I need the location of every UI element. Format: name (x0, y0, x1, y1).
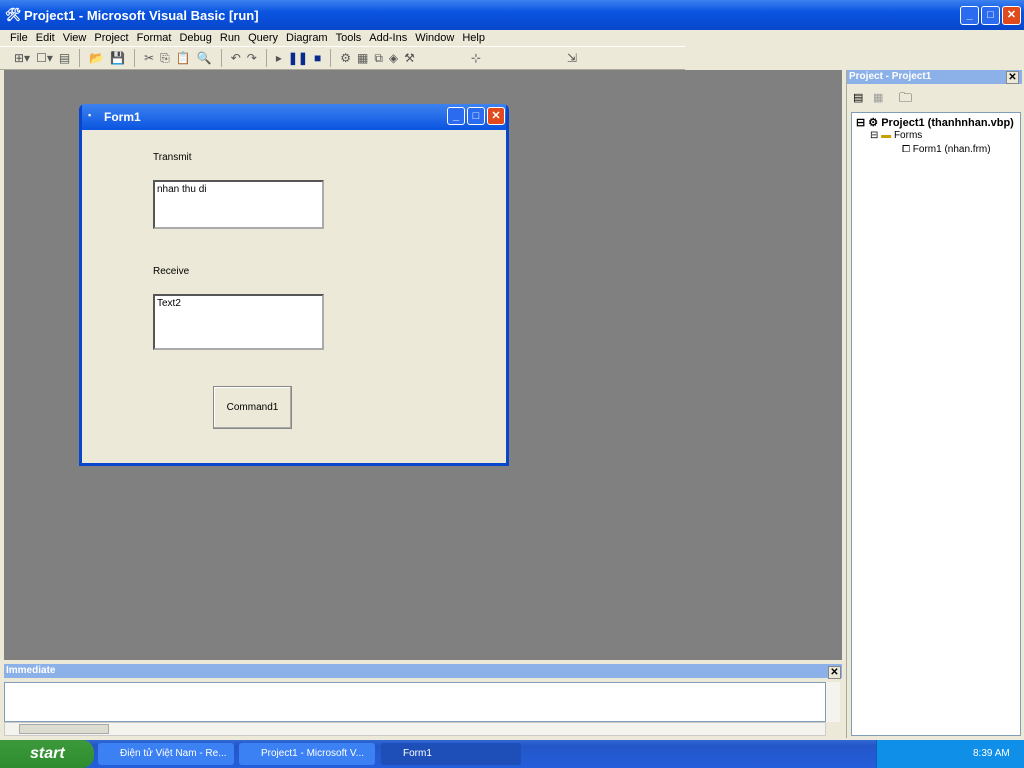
scrollbar-thumb[interactable] (19, 724, 109, 734)
title-bar: 🛠 Project1 - Microsoft Visual Basic [run… (0, 0, 1024, 30)
toggle-folders-icon[interactable]: 🗀 (899, 89, 912, 111)
menu-query[interactable]: Query (244, 30, 282, 46)
receive-label: Receive (153, 266, 190, 277)
project-explorer-panel: Project - Project1 ✕ ▤ ▦ 🗀 ⊟ ⚙ Project1 … (846, 70, 1022, 738)
copy-icon[interactable]: ⎘ (160, 51, 170, 66)
form-title: Form1 (104, 110, 141, 124)
menu-tools[interactable]: Tools (332, 30, 366, 46)
window-title: Project1 - Microsoft Visual Basic [run] (24, 8, 259, 23)
taskbar-item-form1[interactable]: Form1 (381, 743, 521, 765)
system-tray: 8:39 AM (876, 740, 1024, 768)
form1-title-bar[interactable]: Form1 ▪ (82, 104, 506, 130)
project-panel-close-button[interactable]: ✕ (1006, 71, 1019, 84)
project-tree: ⊟ ⚙ Project1 (thanhnhan.vbp) ⊟ ▬ Forms ⧠… (851, 112, 1021, 736)
paste-icon[interactable]: 📋 (176, 51, 191, 65)
menu-format[interactable]: Format (133, 30, 176, 46)
immediate-vertical-scrollbar[interactable] (826, 682, 840, 722)
start-button[interactable]: start (0, 740, 94, 768)
minimize-button[interactable]: _ (960, 6, 979, 25)
project-explorer-icon[interactable]: ⚙ (340, 51, 351, 65)
menu-help[interactable]: Help (458, 30, 489, 46)
menu-window[interactable]: Window (411, 30, 458, 46)
tree-item-form1[interactable]: ⧠ Form1 (nhan.frm) (902, 144, 991, 155)
taskbar: start Điện tử Việt Nam - Re... Project1 … (0, 740, 1024, 768)
save-icon[interactable]: 💾 (110, 51, 125, 65)
standard-toolbar: ⊞▾ ☐▾ ▤ 📂 💾 ✂ ⎘ 📋 🔍 ↶ ↷ ▸ ❚❚ ■ ⚙ ▦ ⧉ ◈ ⚒… (0, 46, 685, 70)
command1-button[interactable]: Command1 (213, 386, 292, 429)
transmit-label: Transmit (153, 152, 192, 163)
vb-app-icon: 🛠 (5, 7, 22, 22)
project-icon: ⚙ (868, 117, 879, 129)
close-button[interactable]: ✕ (1002, 6, 1021, 25)
clock: 8:39 AM (973, 748, 1010, 759)
menu-project[interactable]: Project (90, 30, 132, 46)
cut-icon[interactable]: ✂ (144, 51, 154, 65)
stop-icon[interactable]: ■ (314, 51, 321, 65)
size-icon: ⇲ (566, 51, 578, 65)
maximize-button[interactable]: □ (981, 6, 1000, 25)
add-form-icon[interactable]: ☐▾ (36, 51, 53, 65)
start-icon[interactable]: ▸ (276, 51, 282, 65)
form-maximize-button[interactable]: □ (467, 107, 485, 125)
menu-run[interactable]: Run (216, 30, 244, 46)
tree-item-project[interactable]: ⊟ ⚙ Project1 (thanhnhan.vbp) (856, 116, 1014, 129)
immediate-window: Immediate ✕ (4, 664, 842, 738)
tree-item-forms[interactable]: ⊟ ▬ Forms (870, 130, 922, 141)
form-layout-icon[interactable]: ⧉ (374, 51, 383, 66)
immediate-horizontal-scrollbar[interactable] (4, 722, 826, 736)
taskbar-item-vb[interactable]: Project1 - Microsoft V... (239, 743, 375, 765)
properties-icon[interactable]: ▦ (357, 51, 368, 65)
receive-textbox[interactable]: Text2 (153, 294, 324, 350)
form-close-button[interactable]: ✕ (487, 107, 505, 125)
menu-file[interactable]: File (6, 30, 32, 46)
form-client-area: Transmit nhan thu di Receive Text2 Comma… (82, 130, 506, 463)
transmit-textbox[interactable]: nhan thu di (153, 180, 324, 229)
project-panel-title: Project - Project1 (847, 70, 1022, 84)
menu-editor-icon[interactable]: ▤ (59, 51, 70, 65)
menu-diagram[interactable]: Diagram (282, 30, 332, 46)
toolbox-icon[interactable]: ⚒ (404, 51, 415, 65)
view-object-icon[interactable]: ▦ (873, 91, 883, 104)
form1-window: Form1 ▪ _ □ ✕ Transmit nhan thu di Recei… (79, 104, 509, 466)
add-project-icon[interactable]: ⊞▾ (14, 51, 30, 65)
object-browser-icon[interactable]: ◈ (389, 51, 398, 65)
taskbar-item-browser[interactable]: Điện tử Việt Nam - Re... (98, 743, 234, 765)
menu-edit[interactable]: Edit (32, 30, 59, 46)
pause-icon[interactable]: ❚❚ (288, 51, 308, 65)
menu-view[interactable]: View (59, 30, 91, 46)
view-code-icon[interactable]: ▤ (853, 91, 863, 104)
open-icon[interactable]: 📂 (89, 51, 104, 65)
immediate-title: Immediate (4, 664, 842, 678)
folder-icon: ▬ (881, 130, 892, 141)
menu-debug[interactable]: Debug (175, 30, 215, 46)
undo-icon[interactable]: ↶ (231, 51, 241, 65)
form-minimize-button[interactable]: _ (447, 107, 465, 125)
form-icon: ▪ (88, 110, 92, 120)
redo-icon[interactable]: ↷ (247, 51, 257, 65)
menu-add-ins[interactable]: Add-Ins (365, 30, 411, 46)
form-file-icon: ⧠ (902, 144, 910, 155)
immediate-close-button[interactable]: ✕ (828, 666, 841, 679)
find-icon[interactable]: 🔍 (197, 51, 212, 65)
position-icon: ⊹ (470, 51, 481, 65)
immediate-input[interactable] (4, 682, 826, 722)
menu-bar: File Edit View Project Format Debug Run … (0, 30, 1024, 46)
